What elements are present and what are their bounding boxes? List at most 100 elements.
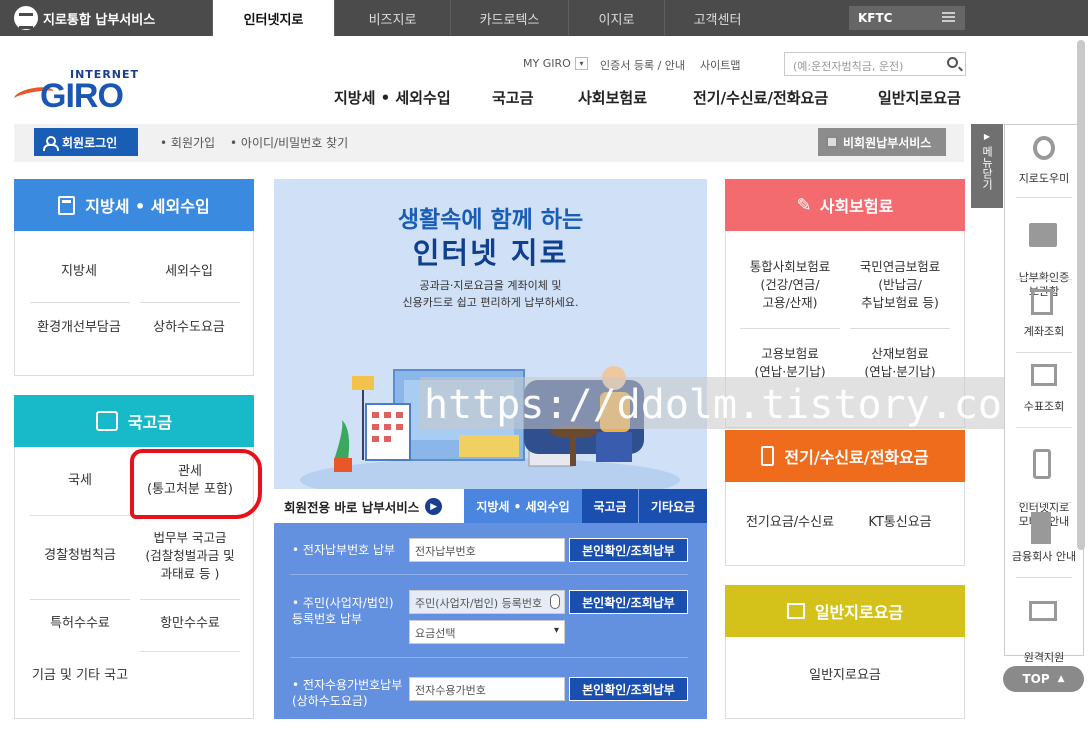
divider: [290, 657, 688, 658]
divider: [1016, 577, 1072, 578]
my-giro-link[interactable]: MY GIRO: [523, 57, 571, 70]
national-item[interactable]: 국세: [20, 458, 140, 504]
gnb-social-insurance[interactable]: 사회보험료: [578, 87, 647, 108]
search-box[interactable]: (예:운전자범칙금, 운전): [784, 52, 966, 76]
join-label: 회원가입: [170, 136, 216, 150]
sidebar-item-account[interactable]: 계좌조회: [1004, 285, 1084, 339]
general-header[interactable]: 일반지로요금: [725, 585, 965, 637]
gnb-local-tax[interactable]: 지방세 • 세외수입: [334, 87, 451, 108]
fee-select[interactable]: 요금선택 ▾: [409, 620, 565, 644]
divider: [140, 651, 240, 652]
gnb-national[interactable]: 국고금: [492, 87, 533, 108]
triangle-right-icon: ▶: [983, 132, 991, 141]
service-brand[interactable]: 지로통합 납부서비스: [0, 0, 212, 36]
cert-link[interactable]: 인증서 등록 / 안내: [600, 57, 685, 73]
tab-internet-giro[interactable]: 인터넷지로: [212, 0, 334, 36]
login-label: 회원로그인: [62, 135, 118, 150]
tab-shortcut-local-tax[interactable]: 지방세 • 세외수입: [464, 489, 582, 523]
find-label: 아이디/비밀번호 찾기: [240, 136, 349, 150]
form-label-text: 전자납부번호 납부: [302, 543, 396, 557]
person-icon: [43, 135, 59, 151]
sidebar-item-helper[interactable]: 지로도우미: [1004, 132, 1084, 186]
tab-biz-giro[interactable]: 비즈지로: [334, 0, 450, 36]
coins-icon: [95, 411, 118, 431]
social-item[interactable]: 통합사회보험료 (건강/연금/ 고용/산재): [735, 255, 845, 315]
my-giro-dropdown-icon[interactable]: ▾: [575, 57, 588, 70]
national-item[interactable]: 특허수수료: [20, 604, 140, 644]
logo-giro-text: GIRO: [40, 77, 124, 115]
search-icon[interactable]: [947, 57, 958, 68]
customer-number-input[interactable]: 전자수용가번호: [409, 677, 565, 701]
local-tax-item[interactable]: 상하수도요금: [138, 306, 240, 350]
join-link[interactable]: • 회원가입: [160, 134, 215, 151]
search-input[interactable]: (예:운전자범칙금, 운전): [793, 60, 903, 73]
tab-ezgiro[interactable]: 이지로: [568, 0, 664, 36]
social-item[interactable]: 국민연금보험료 (반납금/ 추납보험료 등): [845, 255, 955, 315]
general-item[interactable]: 일반지로요금: [725, 663, 965, 689]
internet-giro-logo[interactable]: INTERNET GIRO: [13, 68, 138, 116]
tab-card-rotax[interactable]: 카드로텍스: [450, 0, 568, 36]
nonmember-payment-button[interactable]: 비회원납부서비스: [818, 128, 946, 156]
local-tax-header[interactable]: 지방세 • 세외수입: [14, 179, 254, 231]
check-search-icon: [1025, 360, 1063, 396]
national-item[interactable]: 항만수수료: [140, 604, 240, 644]
local-tax-item[interactable]: 지방세: [20, 250, 138, 294]
utility-item[interactable]: 전기요금/수신료: [735, 508, 845, 538]
sitemap-link[interactable]: 사이트맵: [700, 57, 740, 73]
resident-number-input[interactable]: 주민(사업자/법인) 등록번호: [409, 590, 565, 614]
bullet: •: [292, 678, 303, 692]
shortcut-label-text: 회원전용 바로 납부서비스: [284, 500, 420, 515]
arrow-right-icon: ▶: [425, 498, 443, 515]
local-tax-item[interactable]: 환경개선부담금: [20, 306, 138, 350]
red-annotation-circle: [130, 449, 262, 519]
nonmember-icon: [826, 136, 838, 148]
utility-item[interactable]: KT통신요금: [845, 508, 955, 538]
bullet: •: [292, 596, 303, 610]
gnb-general-giro[interactable]: 일반지로요금: [878, 87, 961, 108]
account-search-icon: [1025, 285, 1063, 321]
national-item[interactable]: 법무부 국고금 (검찰청벌과금 및 과태료 등 ): [140, 527, 240, 585]
shortcut-label[interactable]: 회원전용 바로 납부서비스 ▶: [284, 497, 443, 516]
divider: [740, 328, 840, 329]
form-label-text: 주민(사업자/법인) 등록번호 납부: [292, 596, 394, 626]
national-item[interactable]: 경찰청범칙금: [20, 530, 140, 582]
sidebar-item-finance[interactable]: 금융회사 안내: [1004, 510, 1084, 564]
watermark-text: https://ddolm.tistory.com: [424, 382, 1027, 428]
verify-pay-button[interactable]: 본인확인/조회납부: [569, 590, 688, 614]
remote-support-icon: [1025, 597, 1063, 633]
social-header[interactable]: ✎ 사회보험료: [725, 179, 965, 231]
phone-icon: [761, 446, 775, 466]
menu-close-button[interactable]: ▶ 메뉴닫기: [971, 124, 1003, 208]
sidebar-label: 금융회사 안내: [1011, 550, 1077, 563]
find-account-link[interactable]: • 아이디/비밀번호 찾기: [230, 134, 348, 151]
utility-header[interactable]: 전기/수신료/전화요금: [725, 430, 965, 482]
tab-shortcut-other[interactable]: 기타요금: [638, 489, 707, 523]
epay-number-input[interactable]: 전자납부번호: [409, 538, 565, 562]
tab-shortcut-national[interactable]: 국고금: [582, 489, 638, 523]
local-tax-item[interactable]: 세외수입: [138, 250, 240, 294]
nonmember-label: 비회원납부서비스: [843, 135, 932, 150]
mobile-info-icon: [1025, 447, 1063, 483]
giro-circle-icon: [14, 6, 38, 30]
member-login-button[interactable]: 회원로그인: [34, 128, 138, 156]
gnb-utility-fees[interactable]: 전기/수신료/전화요금: [693, 87, 828, 108]
divider: [850, 328, 950, 329]
tab-customer-center[interactable]: 고객센터: [664, 0, 770, 36]
sidebar-item-check[interactable]: 수표조회: [1004, 360, 1084, 414]
scroll-top-button[interactable]: TOP ▲: [1003, 666, 1084, 692]
divider: [290, 574, 688, 575]
brand-label: 지로통합 납부서비스: [43, 12, 156, 28]
verify-pay-button[interactable]: 본인확인/조회납부: [569, 538, 688, 562]
national-header[interactable]: 국고금: [14, 395, 254, 447]
divider: [1016, 197, 1072, 198]
kftc-label: KFTC: [858, 11, 893, 25]
national-item[interactable]: 기금 및 기타 국고: [20, 656, 140, 696]
chart-icon: [786, 603, 805, 619]
resident-number-placeholder: 주민(사업자/법인) 등록번호: [415, 597, 543, 610]
banner-title-line2: 인터넷 지로: [412, 236, 569, 270]
fee-select-value: 요금선택: [415, 627, 456, 640]
scrollbar[interactable]: [1077, 40, 1085, 550]
kftc-menu[interactable]: KFTC: [849, 6, 965, 30]
banner-title-line1: 생활속에 함께 하는: [397, 207, 584, 233]
verify-pay-button[interactable]: 본인확인/조회납부: [569, 677, 688, 701]
